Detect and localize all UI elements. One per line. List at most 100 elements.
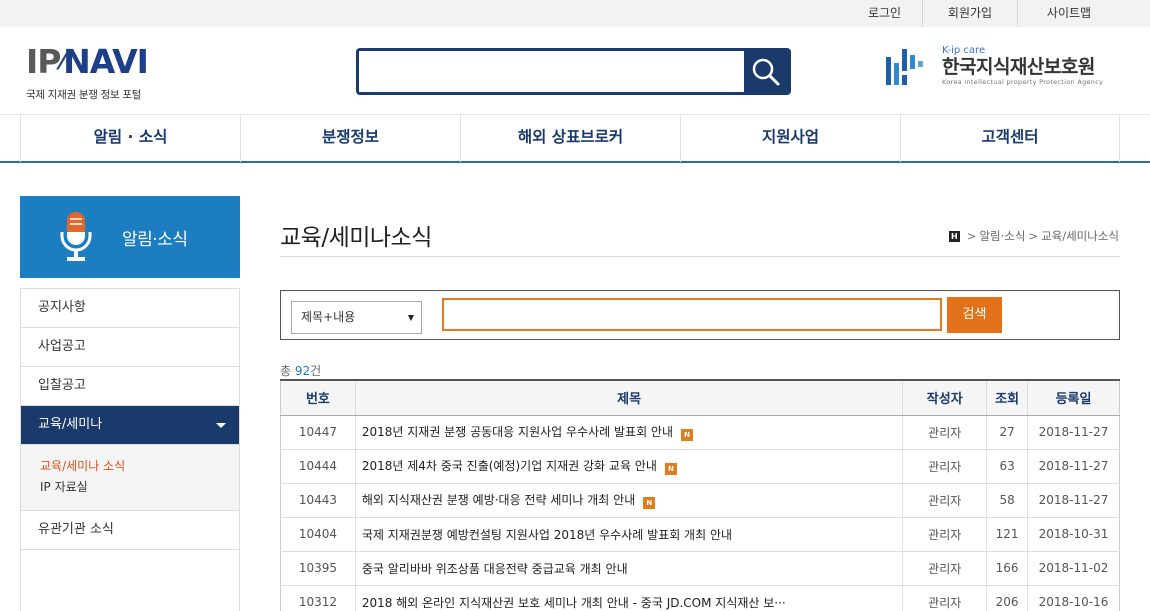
table-row[interactable]: 10443 해외 지식재산권 분쟁 예방·대응 전략 세미나 개최 안내 N 관리자 5… [280,483,1120,518]
nav-item-notices[interactable]: 알림 · 소식 [20,115,240,162]
sidebar-item-bidding[interactable]: 입찰공고 [21,367,239,406]
kipa-logo-mark [884,45,932,89]
nav-item-customer-center[interactable]: 고객센터 [900,115,1120,162]
logo-navi: NAVI [63,42,149,81]
cell-number: 10443 [280,483,356,518]
cell-date: 2018-11-02 [1027,551,1120,586]
search-scope-value: 제목+내용 [301,310,356,324]
microphone-icon [58,210,94,264]
cell-title[interactable]: 2018년 제4차 중국 진출(예정)기업 지재권 강화 교육 안내 N [354,449,903,484]
search-scope-select[interactable]: 제목+내용 [291,301,422,334]
nav-item-support[interactable]: 지원사업 [680,115,900,162]
cell-views-text: 166 [995,561,1019,575]
cell-title-text[interactable]: 중국 알리바바 위조상품 대응전략 중급교육 개최 안내 [362,562,628,576]
dropdown-arrow-icon [408,315,414,321]
cell-views: 63 [986,449,1028,484]
total-number: 92 [294,364,311,378]
partner-text: K-ip care 한국지식재산보호원 Korea Intellectual p… [942,45,1103,87]
cell-date-text: 2018-11-27 [1038,459,1109,473]
utility-bar: 로그인 회원가입 사이트맵 [0,0,1150,27]
cell-title-text[interactable]: 해외 지식재산권 분쟁 예방·대응 전략 세미나 개최 안내 [362,493,635,507]
partner-english-name: Korea Intellectual property Protection A… [942,78,1104,86]
table-header-row: 번호 제목 작성자 조회 등록일 [280,379,1120,416]
cell-number: 10444 [280,449,356,484]
logo-slash: ⁄ [60,50,64,75]
cell-number-text: 10404 [298,527,338,541]
join-link[interactable]: 회원가입 [922,0,1017,27]
cell-views: 206 [986,585,1028,611]
cell-date-text: 2018-11-02 [1038,561,1109,575]
sidebar-item-education-label: 교육/세미나 [38,417,103,432]
submenu-item-ip-library[interactable]: IP 자료실 [40,477,220,498]
cell-author-text: 관리자 [928,459,962,474]
main-navigation: 알림 · 소식 분쟁정보 해외 상표브로커 지원사업 고객센터 [0,114,1150,163]
breadcrumb-item-current[interactable]: 교육/세미나소식 [1041,228,1119,244]
new-badge-icon: N [681,429,694,441]
cell-title-text[interactable]: 국제 지재권분쟁 예방컨설팅 지원사업 2018년 우수사례 발표회 개최 안내 [362,528,732,542]
cell-number-text: 10447 [298,425,338,439]
sidebar-item-notice[interactable]: 공지사항 [21,289,239,328]
search-button[interactable]: 검색 [947,297,1002,333]
cell-author-text: 관리자 [928,527,962,542]
cell-title[interactable]: 2018 해외 온라인 지식재산권 보호 세미나 개최 안내 - 중국 JD.C… [354,585,903,611]
total-prefix: 총 [280,364,292,378]
sidebar-item-education[interactable]: 교육/세미나 [21,406,239,445]
nav-item-dispute-info[interactable]: 분쟁정보 [240,115,460,162]
cell-number: 10312 [280,585,356,611]
table-row[interactable]: 10312 2018 해외 온라인 지식재산권 보호 세미나 개최 안내 - 중국… [280,585,1120,611]
cell-views: 27 [986,415,1028,450]
table-row[interactable]: 10447 2018년 지재권 분쟁 공동대응 지원사업 우수사례 발표회 안내 N… [280,415,1120,450]
cell-title[interactable]: 2018년 지재권 분쟁 공동대응 지원사업 우수사례 발표회 안내 N [354,415,903,450]
submenu-item-education-news[interactable]: 교육/세미나 소식 [40,456,220,477]
cell-number: 10395 [280,551,356,586]
table-row[interactable]: 10395 중국 알리바바 위조상품 대응전략 중급교육 개최 안내 관리자 166 2… [280,551,1120,586]
col-header-date: 등록일 [1027,379,1120,416]
global-search-input[interactable] [359,51,744,92]
sidebar-title: 알림·소식 [122,229,188,250]
sidebar-header: 알림·소식 [20,196,240,278]
cell-date-text: 2018-10-31 [1038,527,1109,541]
cell-author: 관리자 [902,415,987,450]
total-count: 총 92건 [280,362,321,379]
nav-item-trademark-broker[interactable]: 해외 상표브로커 [460,115,680,162]
cell-number: 10404 [280,517,356,552]
partner-logo[interactable]: K-ip care 한국지식재산보호원 Korea Intellectual p… [884,45,1103,89]
cell-views: 58 [986,483,1028,518]
table-row[interactable]: 10404 국제 지재권분쟁 예방컨설팅 지원사업 2018년 우수사례 발표회 … [280,517,1120,552]
keyword-input[interactable] [442,298,942,331]
cell-date-text: 2018-10-16 [1038,595,1109,609]
cell-date: 2018-10-16 [1027,585,1120,611]
utility-links: 로그인 회원가입 사이트맵 [847,0,1120,27]
cell-title-text[interactable]: 2018 해외 온라인 지식재산권 보호 세미나 개최 안내 - 중국 JD.C… [362,596,786,610]
global-search [356,48,791,95]
cell-number: 10447 [280,415,356,450]
cell-title-text[interactable]: 2018년 지재권 분쟁 공동대응 지원사업 우수사례 발표회 안내 [362,425,673,439]
cell-number-text: 10395 [298,561,338,575]
table-row[interactable]: 10444 2018년 제4차 중국 진출(예정)기업 지재권 강화 교육 안내 N… [280,449,1120,484]
cell-title-text[interactable]: 2018년 제4차 중국 진출(예정)기업 지재권 강화 교육 안내 [362,459,657,473]
page-title: 교육/세미나소식 [280,225,432,251]
sidebar-item-business-announcement[interactable]: 사업공고 [21,328,239,367]
breadcrumb-item-notices[interactable]: 알림·소식 [979,228,1025,244]
cell-number-text: 10443 [298,493,338,507]
cell-author: 관리자 [902,551,987,586]
site-logo[interactable]: IP⁄NAVI 국제 지재권 분쟁 정보 포털 [26,42,149,102]
global-search-button[interactable] [744,51,788,92]
login-link[interactable]: 로그인 [847,0,922,27]
cell-date-text: 2018-11-27 [1038,493,1109,507]
cell-title[interactable]: 국제 지재권분쟁 예방컨설팅 지원사업 2018년 우수사례 발표회 개최 안내 [354,517,903,552]
search-icon [752,58,780,85]
cell-author-text: 관리자 [928,425,962,440]
sidebar-submenu: 교육/세미나 소식 IP 자료실 [21,445,239,511]
cell-date: 2018-11-27 [1027,483,1120,518]
col-header-title: 제목 [354,379,903,416]
home-icon[interactable]: H [948,230,960,242]
sitemap-link[interactable]: 사이트맵 [1017,0,1120,27]
sidebar-item-related-agencies[interactable]: 유관기관 소식 [21,511,239,550]
cell-title[interactable]: 해외 지식재산권 분쟁 예방·대응 전략 세미나 개최 안내 N [354,483,903,518]
sidebar-menu: 공지사항 사업공고 입찰공고 교육/세미나 교육/세미나 소식 IP 자료실 유… [20,288,240,611]
title-divider [280,256,1120,257]
col-header-author: 작성자 [902,379,987,416]
partner-name: 한국지식재산보호원 [942,56,1095,78]
cell-title[interactable]: 중국 알리바바 위조상품 대응전략 중급교육 개최 안내 [354,551,903,586]
